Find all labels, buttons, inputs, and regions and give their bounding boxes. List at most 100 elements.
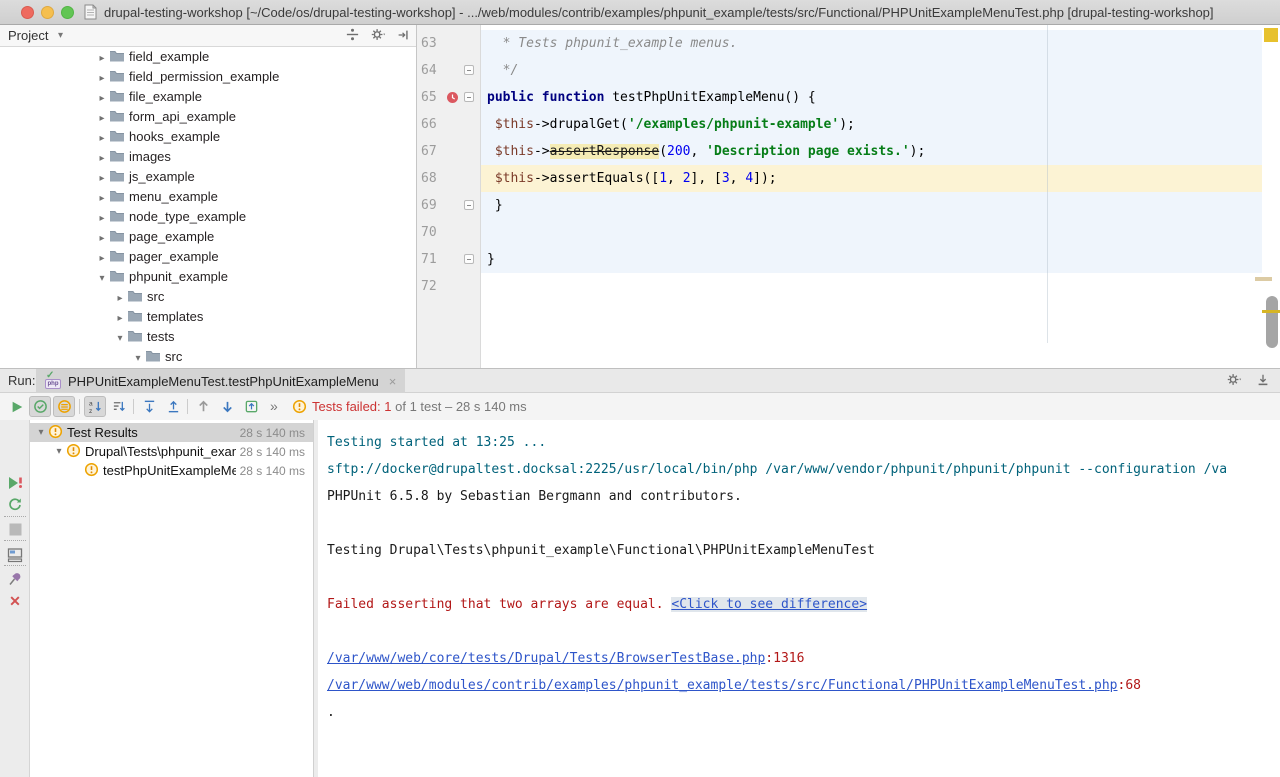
chevron-right-icon[interactable]: ▸ — [113, 289, 127, 309]
test-result-row[interactable]: testPhpUnitExampleMenu28 s 140 ms — [30, 461, 313, 480]
close-button[interactable]: ✕ — [6, 592, 24, 610]
chevron-right-icon[interactable]: ▸ — [95, 169, 109, 189]
error-stripe-caret-mark[interactable] — [1262, 310, 1280, 313]
project-tree-item[interactable]: ▸form_api_example — [0, 107, 417, 127]
chevron-right-icon[interactable]: ▸ — [95, 149, 109, 169]
run-configuration-tab[interactable]: php✓ PHPUnitExampleMenuTest.testPhpUnitE… — [36, 369, 405, 393]
fold-marker-icon[interactable] — [464, 200, 474, 210]
project-tree-item[interactable]: ▸field_permission_example — [0, 67, 417, 87]
line-number: 69 — [421, 192, 447, 219]
project-tree-item[interactable]: ▸js_example — [0, 167, 417, 187]
show-passed-toggle[interactable] — [29, 396, 51, 417]
fold-marker-icon[interactable] — [464, 254, 474, 264]
chevron-right-icon[interactable]: ▸ — [113, 309, 127, 329]
fold-marker-icon[interactable] — [464, 92, 474, 102]
project-panel-header[interactable]: Project ▾ — [0, 25, 416, 47]
failed-test-gutter-icon[interactable] — [446, 91, 459, 107]
project-tree-item[interactable]: ▸ node_type_example — [0, 207, 417, 227]
project-tree-item[interactable]: ▸menu_example — [0, 187, 417, 207]
more-actions-chevron[interactable]: » — [270, 393, 279, 420]
chevron-right-icon[interactable]: ▸ — [95, 69, 109, 89]
code-token: 200 — [667, 144, 690, 159]
close-window-button[interactable] — [21, 6, 34, 19]
chevron-down-icon[interactable]: ▾ — [113, 329, 127, 349]
folder-icon — [109, 269, 129, 284]
project-tree-item[interactable]: ▸page_example — [0, 227, 417, 247]
chevron-right-icon[interactable]: ▸ — [95, 109, 109, 129]
project-tree-item[interactable]: ▸ templates — [0, 307, 417, 327]
pin-tab-button[interactable] — [6, 570, 24, 588]
panel-divider[interactable] — [313, 420, 314, 777]
console-text: sftp://docker@drupaltest.docksal:2225/us… — [327, 462, 1227, 477]
code-line[interactable]: */ — [487, 57, 518, 84]
chevron-right-icon[interactable]: ▸ — [95, 229, 109, 249]
chevron-down-icon[interactable]: ▾ — [52, 446, 66, 457]
code-line[interactable]: } — [487, 192, 503, 219]
chevron-right-icon[interactable]: ▸ — [95, 49, 109, 69]
previous-failed-test-button[interactable] — [192, 396, 214, 417]
next-failed-test-button[interactable] — [216, 396, 238, 417]
test-result-row[interactable]: ▾Test Results28 s 140 ms — [30, 423, 313, 442]
code-line[interactable]: } — [487, 246, 495, 273]
locate-file-icon[interactable] — [345, 27, 360, 45]
code-line[interactable]: $this->assertResponse(200, 'Description … — [487, 138, 925, 165]
show-ignored-toggle[interactable] — [53, 396, 75, 417]
chevron-right-icon[interactable]: ▸ — [95, 189, 109, 209]
minimize-window-button[interactable] — [41, 6, 54, 19]
project-tree-item[interactable]: ▸field_example — [0, 47, 417, 67]
folder-icon — [109, 129, 129, 144]
import-test-results-button[interactable] — [240, 396, 262, 417]
restore-layout-button[interactable] — [6, 546, 24, 564]
rerun-button[interactable] — [6, 496, 24, 514]
sort-by-duration-button[interactable] — [108, 396, 130, 417]
folder-label: node_type_example — [129, 209, 246, 224]
stop-button[interactable] — [6, 520, 24, 538]
code-line[interactable]: public function testPhpUnitExampleMenu()… — [487, 84, 816, 111]
editor-scrollbar-thumb[interactable] — [1266, 296, 1278, 348]
zoom-window-button[interactable] — [61, 6, 74, 19]
test-result-row[interactable]: ▾Drupal\Tests\phpunit_example\Functional… — [30, 442, 313, 461]
chevron-down-icon[interactable]: ▾ — [34, 427, 48, 438]
sort-alphabetically-toggle[interactable]: az — [84, 396, 106, 417]
console-link[interactable]: /var/www/web/modules/contrib/examples/ph… — [327, 678, 1118, 693]
chevron-down-icon[interactable]: ▾ — [95, 269, 109, 289]
code-line[interactable]: * Tests phpunit_example menus. — [487, 30, 737, 57]
folder-label: templates — [147, 309, 203, 324]
code-token: ], [ — [691, 171, 722, 186]
chevron-right-icon[interactable]: ▸ — [95, 129, 109, 149]
code-line[interactable]: $this->drupalGet('/examples/phpunit-exam… — [487, 111, 855, 138]
chevron-down-icon[interactable]: ▾ — [58, 25, 63, 47]
hide-tool-window-icon[interactable] — [1256, 373, 1270, 390]
error-stripe-warning-mark[interactable] — [1264, 28, 1278, 42]
chevron-right-icon[interactable]: ▸ — [95, 89, 109, 109]
project-tree-item[interactable]: ▾tests — [0, 327, 417, 347]
code-editor[interactable]: 63646566676869707172 * Tests phpunit_exa… — [417, 25, 1280, 368]
project-tree-item[interactable]: ▸file_example — [0, 87, 417, 107]
rerun-tests-button[interactable] — [6, 396, 28, 417]
code-token: , — [730, 171, 746, 186]
rerun-failed-tests-button[interactable] — [6, 474, 24, 492]
project-tree-item[interactable]: ▸images — [0, 147, 417, 167]
chevron-down-icon[interactable]: ▾ — [131, 349, 145, 368]
fold-marker-icon[interactable] — [464, 65, 474, 75]
project-tree-item[interactable]: ▸hooks_example — [0, 127, 417, 147]
hide-panel-icon[interactable] — [396, 28, 410, 45]
close-tab-icon[interactable]: × — [389, 374, 397, 389]
project-tree-item[interactable]: ▾phpunit_example — [0, 267, 417, 287]
project-tree-item[interactable]: ▸src — [0, 287, 417, 307]
console-link[interactable]: <Click to see difference> — [671, 597, 867, 612]
project-tree-item[interactable]: ▾src — [0, 347, 417, 367]
expand-all-button[interactable] — [138, 396, 160, 417]
code-line[interactable]: $this->assertEquals([1, 2], [3, 4]); — [487, 165, 777, 192]
chevron-right-icon[interactable]: ▸ — [95, 249, 109, 269]
console-link[interactable]: /var/www/web/core/tests/Drupal/Tests/Bro… — [327, 651, 765, 666]
error-stripe-deprecation-mark[interactable] — [1255, 277, 1272, 281]
project-tree-item[interactable]: ▸pager_example — [0, 247, 417, 267]
test-console-output[interactable]: Testing started at 13:25 ...sftp://docke… — [318, 420, 1280, 777]
chevron-right-icon[interactable]: ▸ — [95, 209, 109, 229]
gear-icon[interactable] — [1226, 372, 1242, 390]
test-warning-icon — [48, 424, 63, 442]
svg-text:a: a — [88, 401, 92, 408]
collapse-all-button[interactable] — [162, 396, 184, 417]
gear-icon[interactable] — [370, 27, 386, 45]
